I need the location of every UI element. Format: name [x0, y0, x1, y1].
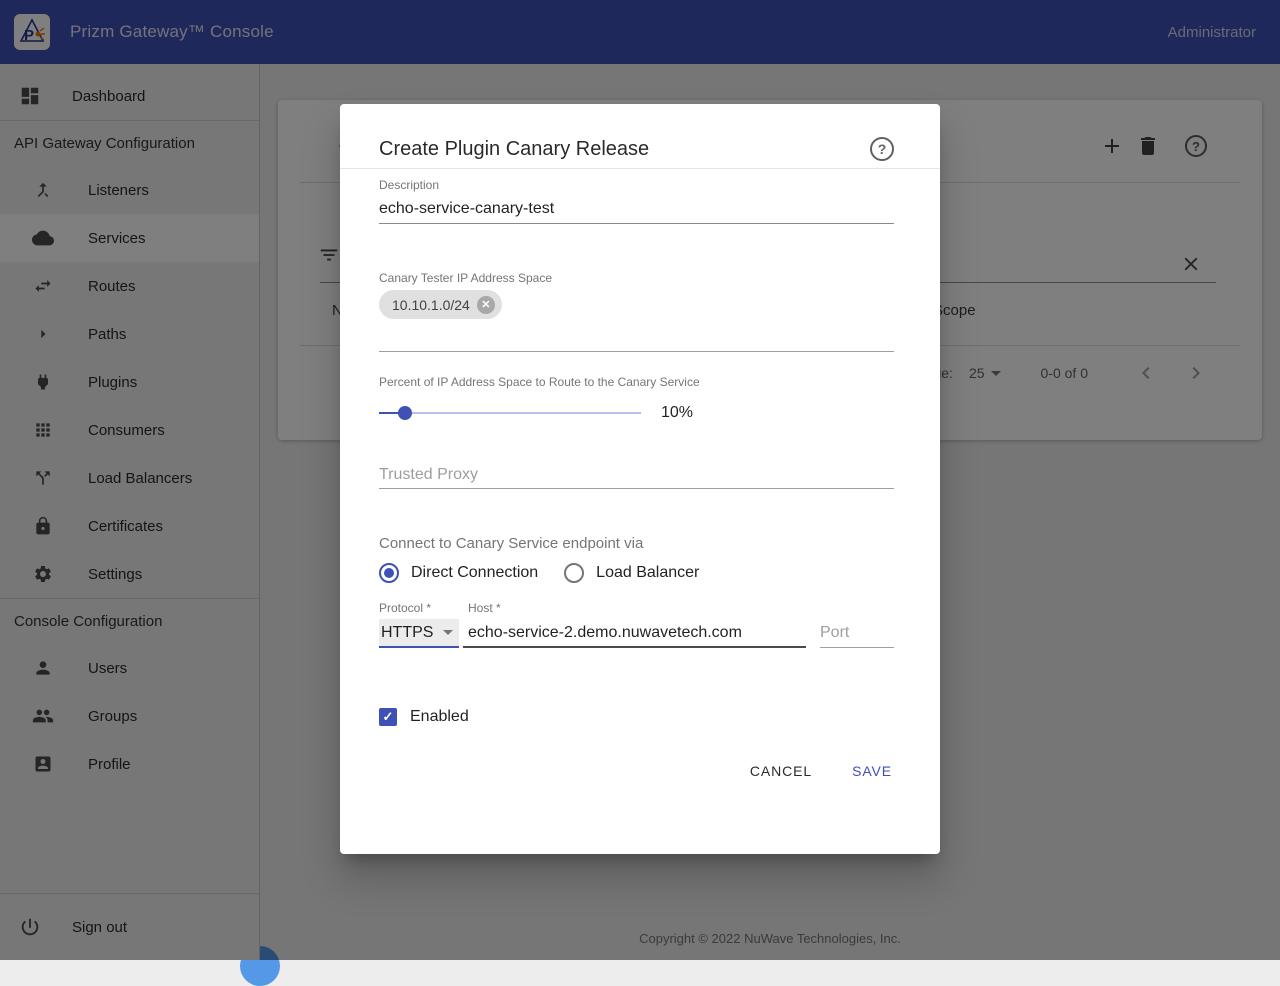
- enabled-label: Enabled: [410, 708, 469, 726]
- radio-direct-connection[interactable]: [379, 563, 399, 583]
- protocol-select[interactable]: HTTPS: [379, 619, 459, 648]
- description-input[interactable]: echo-service-canary-test: [379, 200, 894, 219]
- port-input[interactable]: Port: [820, 619, 894, 648]
- input-underline: [379, 223, 894, 224]
- divider: [340, 168, 940, 169]
- slider-thumb[interactable]: [398, 406, 412, 420]
- chevron-down-icon: [443, 630, 453, 635]
- create-plugin-canary-release-dialog: Create Plugin Canary Release ? Descripti…: [340, 104, 940, 854]
- description-label: Description: [379, 178, 894, 192]
- host-input[interactable]: echo-service-2.demo.nuwavetech.com: [463, 619, 806, 648]
- radio-load-balancer[interactable]: [564, 563, 584, 583]
- protocol-value: HTTPS: [381, 624, 433, 642]
- percent-value: 10%: [661, 404, 693, 422]
- ip-space-input[interactable]: [379, 351, 894, 352]
- protocol-label: Protocol *: [379, 601, 459, 615]
- chip-value: 10.10.1.0/24: [392, 297, 470, 313]
- help-icon[interactable]: ?: [870, 137, 894, 161]
- trusted-proxy-input[interactable]: Trusted Proxy: [379, 466, 894, 485]
- ip-space-label: Canary Tester IP Address Space: [379, 271, 894, 285]
- percent-slider[interactable]: [379, 412, 641, 414]
- radio-label-direct-connection[interactable]: Direct Connection: [411, 564, 538, 582]
- dialog-title: Create Plugin Canary Release: [379, 138, 649, 161]
- input-underline: [379, 488, 894, 489]
- percent-label: Percent of IP Address Space to Route to …: [379, 375, 894, 389]
- endpoint-via-label: Connect to Canary Service endpoint via: [379, 535, 894, 552]
- cancel-button[interactable]: CANCEL: [748, 757, 814, 785]
- save-button[interactable]: SAVE: [850, 757, 894, 785]
- host-label: Host *: [463, 601, 806, 615]
- radio-label-load-balancer[interactable]: Load Balancer: [596, 564, 699, 582]
- ip-space-chip[interactable]: 10.10.1.0/24 ✕: [379, 290, 502, 319]
- chip-remove-icon[interactable]: ✕: [477, 296, 495, 314]
- enabled-checkbox[interactable]: ✓: [379, 708, 397, 726]
